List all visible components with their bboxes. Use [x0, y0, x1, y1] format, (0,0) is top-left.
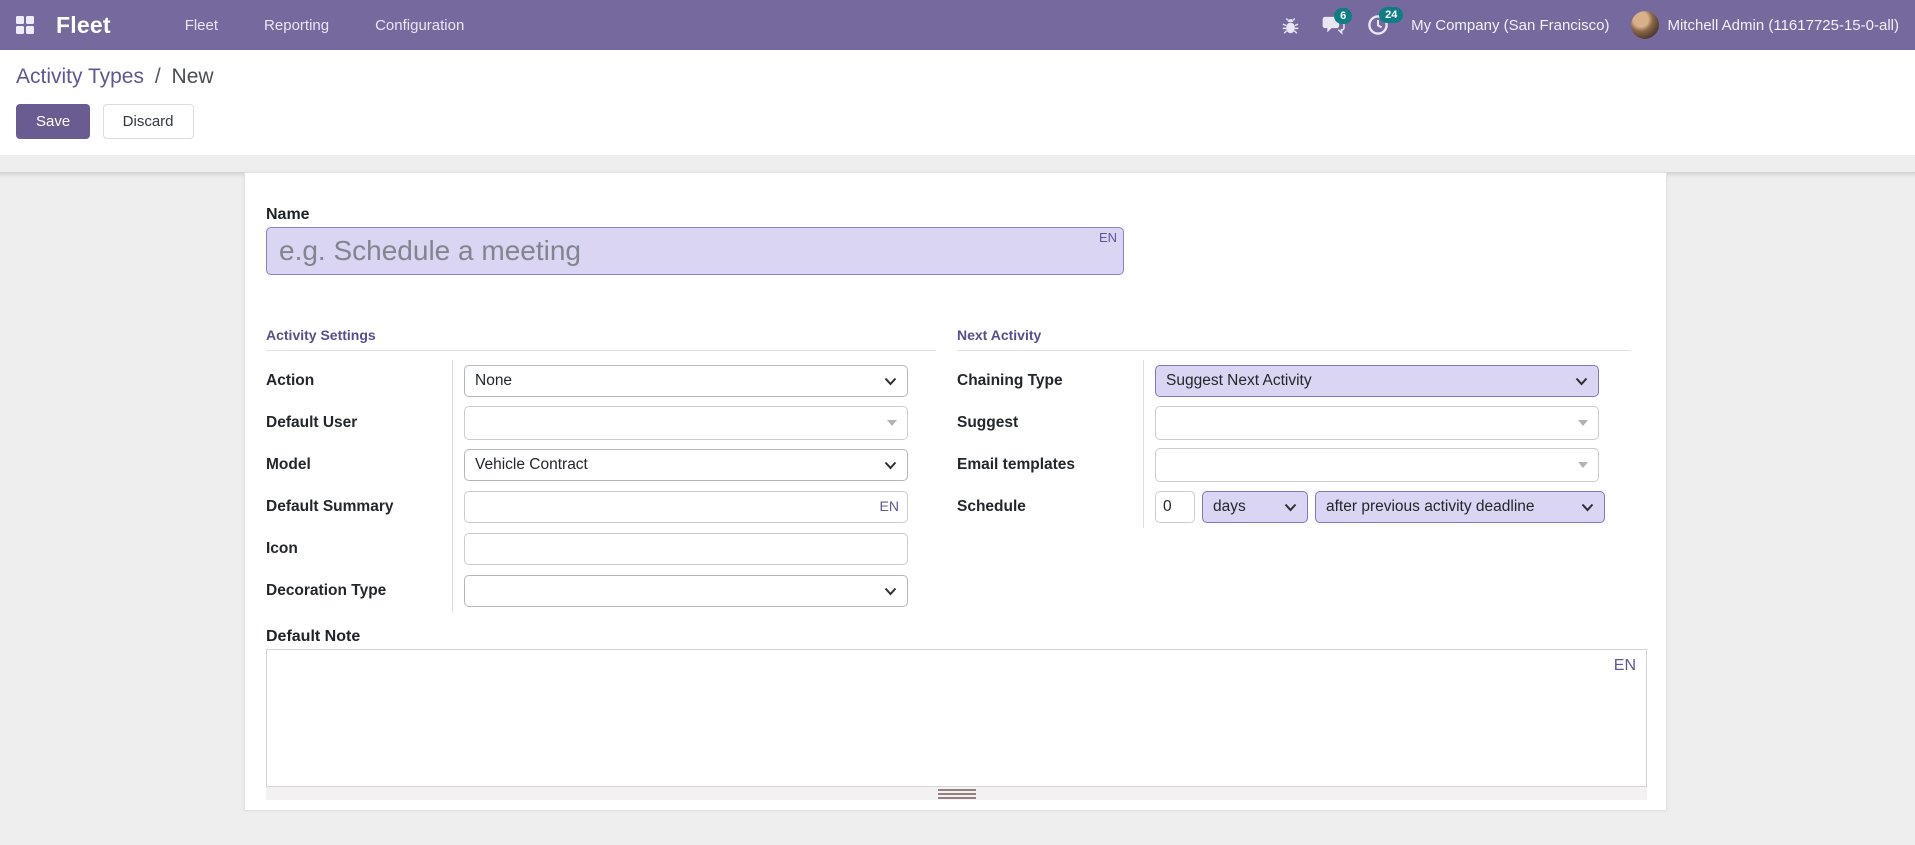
schedule-unit-select[interactable]: days [1202, 491, 1308, 523]
decoration-type-select[interactable] [464, 575, 908, 607]
chevron-down-icon [1575, 377, 1588, 386]
icon-label: Icon [266, 528, 453, 570]
schedule-label: Schedule [957, 486, 1144, 528]
schedule-number-input[interactable] [1155, 491, 1195, 523]
decoration-type-label: Decoration Type [266, 570, 453, 612]
form-view: Name EN Activity Settings Action None [0, 172, 1915, 845]
activity-settings-title: Activity Settings [266, 327, 936, 351]
decoration-type-row: Decoration Type [266, 570, 936, 612]
name-label: Name [266, 206, 310, 223]
suggest-row: Suggest [957, 402, 1631, 444]
default-note-translate-badge[interactable]: EN [1614, 657, 1636, 675]
default-summary-row: Default Summary EN [266, 486, 936, 528]
caret-down-icon [1578, 462, 1588, 468]
chaining-type-label: Chaining Type [957, 360, 1144, 402]
suggest-label: Suggest [957, 402, 1144, 444]
model-select-value: Vehicle Contract [475, 456, 588, 473]
user-name: Mitchell Admin (11617725-15-0-all) [1667, 16, 1899, 34]
default-summary-translate-badge[interactable]: EN [880, 498, 899, 514]
action-buttons: Save Discard [16, 104, 1899, 139]
default-summary-wrapper: EN [464, 491, 908, 523]
name-input[interactable] [266, 227, 1124, 275]
schedule-trigger-select[interactable]: after previous activity deadline [1315, 491, 1605, 523]
save-button[interactable]: Save [16, 104, 91, 139]
chevron-down-icon [884, 587, 897, 596]
default-summary-input[interactable] [464, 491, 908, 523]
control-panel: Activity Types / New Save Discard [0, 50, 1915, 155]
model-select[interactable]: Vehicle Contract [464, 449, 908, 481]
discard-button[interactable]: Discard [102, 104, 194, 139]
apps-grid-icon[interactable] [16, 16, 34, 34]
systray: 6 24 My Company (San Francisco) Mitchell… [1281, 7, 1899, 39]
chevron-down-icon [884, 461, 897, 470]
breadcrumb: Activity Types / New [16, 64, 1899, 90]
breadcrumb-current: New [171, 65, 214, 88]
icon-input[interactable] [464, 533, 908, 565]
default-user-label: Default User [266, 402, 453, 444]
app-brand[interactable]: Fleet [56, 12, 111, 39]
schedule-unit-value: days [1213, 498, 1246, 515]
email-templates-combobox[interactable] [1155, 448, 1599, 482]
top-navbar: Fleet Fleet Reporting Configuration 6 24… [0, 0, 1915, 50]
chevron-down-icon [884, 377, 897, 386]
activity-settings-section: Activity Settings Action None Default Us… [266, 327, 936, 612]
caret-down-icon [887, 420, 897, 426]
next-activity-section: Next Activity Chaining Type Suggest Next… [957, 327, 1631, 612]
email-templates-row: Email templates [957, 444, 1631, 486]
email-templates-label: Email templates [957, 444, 1144, 486]
activities-clock-icon[interactable]: 24 [1367, 7, 1404, 36]
schedule-row: Schedule days after previous activity de… [957, 486, 1631, 528]
name-field-wrapper: EN [266, 227, 1124, 275]
company-switcher[interactable]: My Company (San Francisco) [1411, 17, 1609, 34]
action-label: Action [266, 360, 453, 402]
chaining-type-row: Chaining Type Suggest Next Activity [957, 360, 1631, 402]
icon-row: Icon [266, 528, 936, 570]
activities-count-badge[interactable]: 24 [1379, 7, 1404, 23]
user-avatar [1631, 11, 1660, 39]
default-note-label: Default Note [266, 628, 361, 645]
menu-configuration[interactable]: Configuration [359, 9, 480, 42]
form-group: Activity Settings Action None Default Us… [266, 327, 1645, 612]
suggest-combobox[interactable] [1155, 406, 1599, 440]
main-menu: Fleet Reporting Configuration [169, 9, 481, 42]
schedule-trigger-value: after previous activity deadline [1326, 498, 1535, 515]
name-translate-badge[interactable]: EN [1099, 230, 1117, 245]
default-summary-label: Default Summary [266, 486, 453, 528]
model-row: Model Vehicle Contract [266, 444, 936, 486]
model-label: Model [266, 444, 453, 486]
chaining-type-value: Suggest Next Activity [1166, 372, 1312, 389]
menu-reporting[interactable]: Reporting [248, 9, 345, 42]
default-user-row: Default User [266, 402, 936, 444]
next-activity-title: Next Activity [957, 327, 1631, 351]
action-select[interactable]: None [464, 365, 908, 397]
caret-down-icon [1578, 420, 1588, 426]
messages-count-badge[interactable]: 6 [1334, 8, 1353, 24]
breadcrumb-activity-types-link[interactable]: Activity Types [16, 65, 144, 88]
debug-bug-icon[interactable] [1281, 16, 1300, 35]
form-sheet: Name EN Activity Settings Action None [244, 172, 1667, 811]
resize-grip-icon [937, 788, 976, 799]
default-note-editor[interactable]: EN [266, 649, 1647, 787]
chevron-down-icon [1581, 503, 1594, 512]
messages-icon[interactable]: 6 [1322, 8, 1353, 35]
chevron-down-icon [1284, 503, 1297, 512]
default-user-combobox[interactable] [464, 406, 908, 440]
breadcrumb-separator: / [154, 65, 161, 88]
action-row: Action None [266, 360, 936, 402]
menu-fleet[interactable]: Fleet [169, 9, 234, 42]
note-resize-handle[interactable] [266, 787, 1647, 800]
chaining-type-select[interactable]: Suggest Next Activity [1155, 365, 1599, 397]
user-menu[interactable]: Mitchell Admin (11617725-15-0-all) [1631, 11, 1899, 39]
action-select-value: None [475, 372, 513, 389]
